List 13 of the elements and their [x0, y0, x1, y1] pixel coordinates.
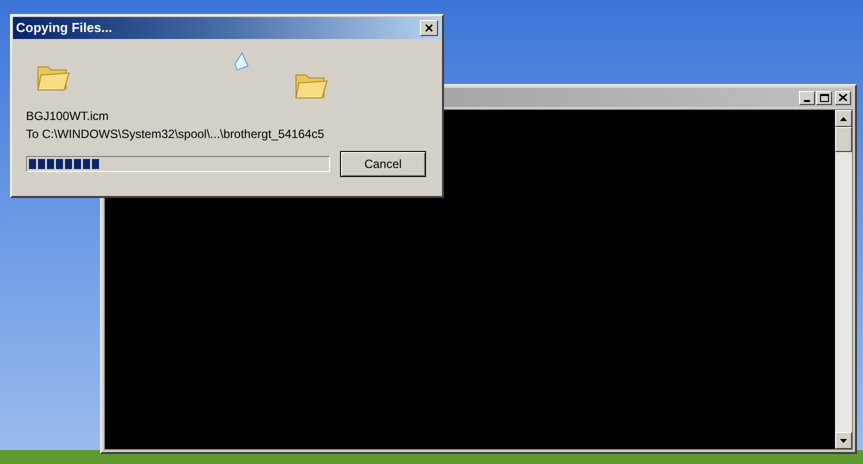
- dialog-title: Copying Files...: [16, 19, 112, 38]
- close-button[interactable]: ×: [420, 20, 438, 36]
- close-icon[interactable]: [835, 90, 851, 104]
- minimize-icon[interactable]: [799, 90, 815, 104]
- destination-path: To C:\WINDOWS\System32\spool\...\brothergt_54164c5: [26, 126, 326, 143]
- scroll-down-icon[interactable]: [835, 432, 852, 449]
- file-name: BGJ100WT.icm: [26, 108, 110, 125]
- cancel-button[interactable]: Cancel: [340, 151, 426, 177]
- scroll-up-icon[interactable]: [835, 110, 852, 127]
- scroll-thumb[interactable]: [835, 127, 852, 152]
- flying-paper-icon: [234, 52, 250, 72]
- maximize-icon[interactable]: [816, 90, 832, 104]
- scrollbar[interactable]: [835, 110, 852, 449]
